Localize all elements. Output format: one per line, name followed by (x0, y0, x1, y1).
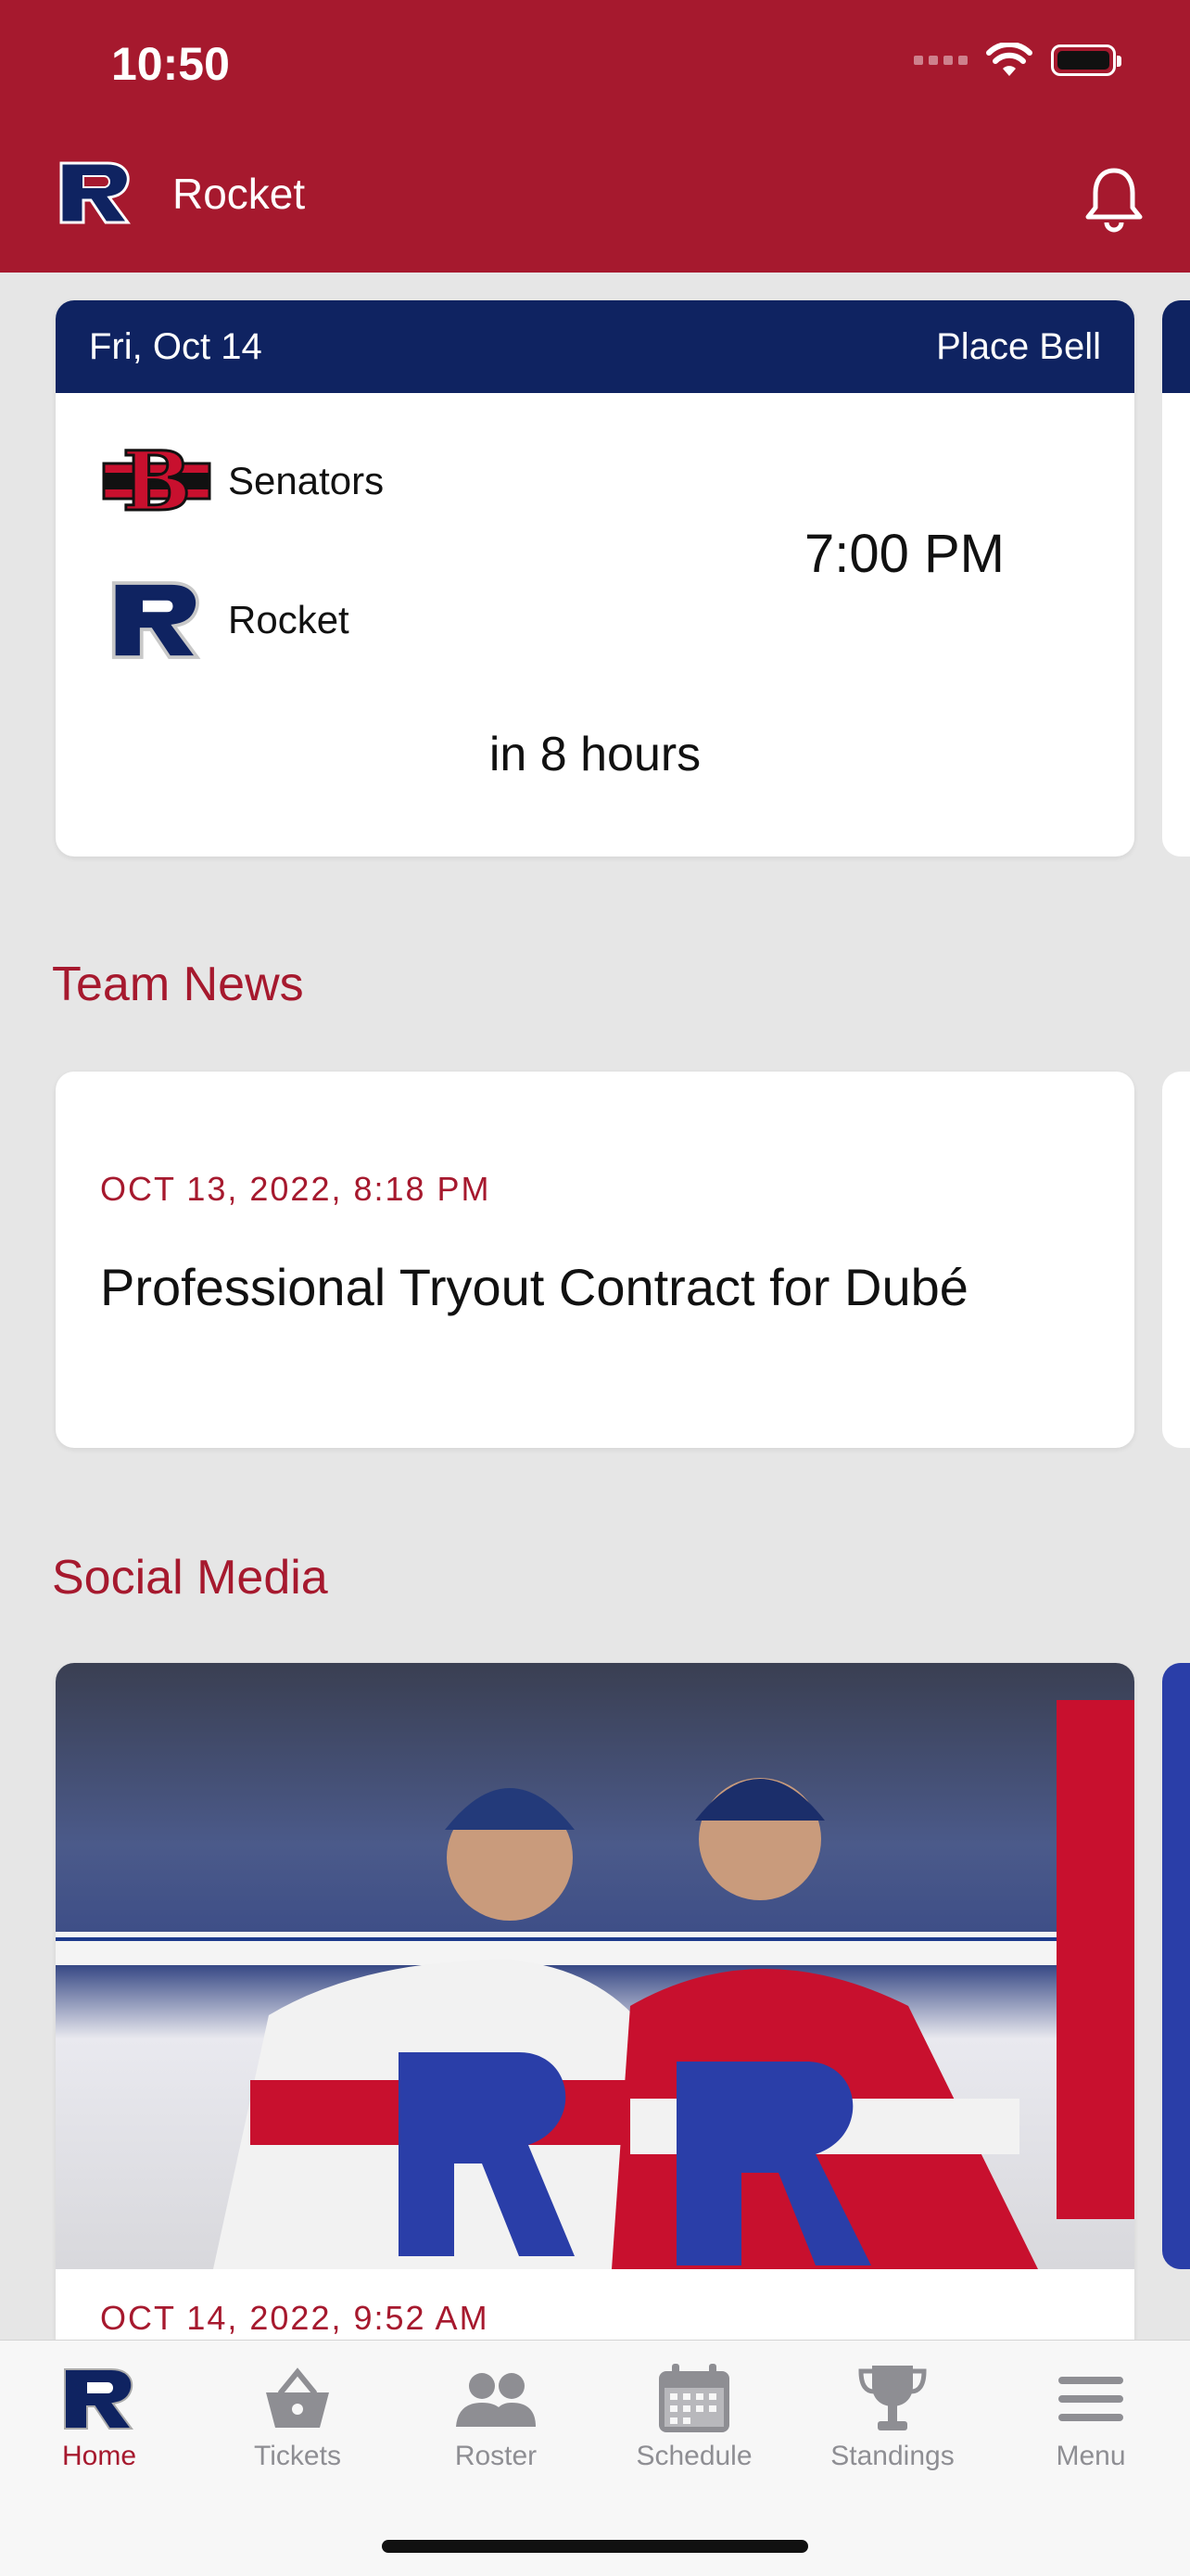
tab-schedule-label: Schedule (636, 2441, 753, 2471)
wifi-icon (986, 43, 1032, 76)
news-card[interactable]: OCT 13, 2022, 8:18 PM Professional Tryou… (56, 1072, 1134, 1448)
social-post-card[interactable]: OCT 14, 2022, 9:52 AM (56, 1663, 1134, 2367)
basket-icon (266, 2367, 329, 2428)
senators-logo-icon: B (102, 439, 211, 523)
news-title: Professional Tryout Contract for Dubé (100, 1258, 968, 1316)
signal-icon (914, 56, 968, 65)
tab-menu-label: Menu (1056, 2441, 1126, 2471)
away-team-row: B Senators (102, 439, 384, 523)
social-post-photo (56, 1663, 1134, 2269)
game-venue: Place Bell (936, 325, 1101, 367)
tab-standings-label: Standings (830, 2441, 955, 2471)
tab-menu[interactable]: Menu (992, 2357, 1190, 2472)
next-card-peek[interactable] (1162, 300, 1190, 857)
next-social-peek[interactable] (1162, 1663, 1190, 2269)
tab-roster-label: Roster (454, 2441, 538, 2471)
next-news-peek[interactable] (1162, 1072, 1190, 1448)
notification-bell-icon[interactable] (1077, 161, 1151, 235)
game-countdown: in 8 hours (488, 728, 702, 781)
tab-home-label: Home (61, 2441, 137, 2471)
rocket-logo-icon (59, 161, 131, 224)
status-icons (914, 43, 1121, 78)
team-news-heading: Team News (52, 958, 304, 1011)
people-icon (456, 2373, 536, 2427)
tab-schedule[interactable]: Schedule (595, 2357, 793, 2472)
menu-icon (1058, 2377, 1123, 2421)
news-date: OCT 13, 2022, 8:18 PM (100, 1170, 491, 1208)
app-header: 10:50 Rocket (0, 0, 1190, 273)
game-date: Fri, Oct 14 (89, 325, 262, 367)
trophy-icon (858, 2366, 927, 2430)
social-media-heading: Social Media (52, 1551, 328, 1605)
next-game-card[interactable]: Fri, Oct 14 Place Bell B Senators Rocket… (56, 300, 1134, 857)
tab-tickets[interactable]: Tickets (198, 2357, 397, 2472)
tab-home[interactable]: Home (0, 2357, 198, 2472)
home-indicator[interactable] (382, 2540, 808, 2553)
rocket-logo-icon (64, 2368, 133, 2430)
svg-text:B: B (122, 439, 191, 523)
home-team-name: Rocket (228, 598, 349, 641)
social-post-date: OCT 14, 2022, 9:52 AM (100, 2299, 489, 2337)
tab-tickets-label: Tickets (254, 2441, 341, 2471)
game-time: 7:00 PM (804, 524, 1005, 584)
status-time: 10:50 (111, 38, 230, 90)
tab-roster[interactable]: Roster (397, 2357, 595, 2472)
battery-icon (1051, 44, 1121, 76)
game-card-header: Fri, Oct 14 Place Bell (56, 300, 1134, 393)
calendar-icon (659, 2364, 729, 2432)
away-team-name: Senators (228, 459, 385, 502)
app-title: Rocket (172, 170, 306, 218)
home-team-row: Rocket (102, 578, 349, 662)
rocket-team-logo-icon (111, 581, 201, 659)
tab-standings[interactable]: Standings (793, 2357, 992, 2472)
